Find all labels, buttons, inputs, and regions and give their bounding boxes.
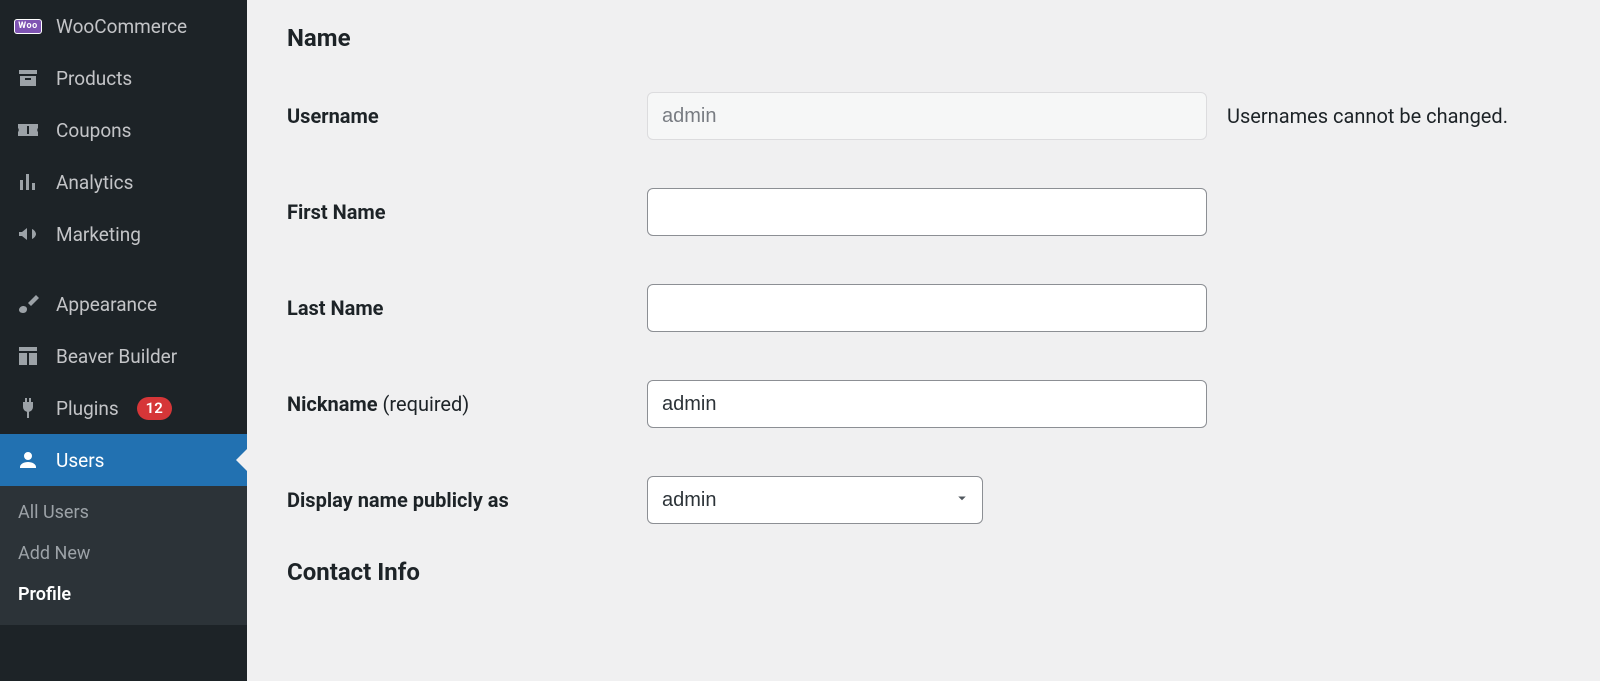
username-label: Username	[287, 104, 627, 128]
sidebar-item-analytics[interactable]: Analytics	[0, 156, 247, 208]
submenu-profile[interactable]: Profile	[0, 574, 247, 615]
nickname-label: Nickname (required)	[287, 392, 627, 416]
ticket-icon	[14, 116, 42, 144]
archive-icon	[14, 64, 42, 92]
sidebar-item-label: Analytics	[56, 171, 133, 194]
nickname-input[interactable]	[647, 380, 1207, 428]
menu-separator	[0, 260, 247, 278]
submenu-all-users[interactable]: All Users	[0, 492, 247, 533]
sidebar-item-label: Users	[56, 449, 104, 472]
submenu-add-new[interactable]: Add New	[0, 533, 247, 574]
profile-form: Name Username Usernames cannot be change…	[247, 0, 1600, 681]
sidebar-item-appearance[interactable]: Appearance	[0, 278, 247, 330]
sidebar-item-beaver-builder[interactable]: Beaver Builder	[0, 330, 247, 382]
first-name-label: First Name	[287, 200, 627, 224]
last-name-input[interactable]	[647, 284, 1207, 332]
update-count-badge: 12	[137, 397, 172, 420]
megaphone-icon	[14, 220, 42, 248]
display-name-select[interactable]: admin	[647, 476, 983, 524]
layout-icon	[14, 342, 42, 370]
display-name-select-wrap: admin	[647, 476, 983, 524]
last-name-label: Last Name	[287, 296, 627, 320]
row-display-name: Display name publicly as admin	[287, 476, 1560, 524]
sidebar-item-label: WooCommerce	[56, 15, 187, 38]
row-username: Username Usernames cannot be changed.	[287, 92, 1560, 140]
row-last-name: Last Name	[287, 284, 1560, 332]
admin-sidebar: Woo WooCommerce Products Coupons Analyti…	[0, 0, 247, 681]
users-submenu: All Users Add New Profile	[0, 486, 247, 625]
woocommerce-icon: Woo	[14, 12, 42, 40]
chart-icon	[14, 168, 42, 196]
sidebar-item-label: Coupons	[56, 119, 131, 142]
sidebar-item-marketing[interactable]: Marketing	[0, 208, 247, 260]
sidebar-item-label: Beaver Builder	[56, 345, 177, 368]
sidebar-item-label: Marketing	[56, 223, 141, 246]
section-heading-contact: Contact Info	[287, 558, 1560, 586]
username-hint: Usernames cannot be changed.	[1227, 104, 1508, 128]
first-name-input[interactable]	[647, 188, 1207, 236]
row-first-name: First Name	[287, 188, 1560, 236]
display-name-label: Display name publicly as	[287, 488, 627, 512]
user-icon	[14, 446, 42, 474]
sidebar-item-woocommerce[interactable]: Woo WooCommerce	[0, 0, 247, 52]
row-nickname: Nickname (required)	[287, 380, 1560, 428]
plug-icon	[14, 394, 42, 422]
brush-icon	[14, 290, 42, 318]
sidebar-item-users[interactable]: Users	[0, 434, 247, 486]
sidebar-item-label: Plugins	[56, 397, 119, 420]
username-input	[647, 92, 1207, 140]
sidebar-item-label: Appearance	[56, 293, 157, 316]
sidebar-item-plugins[interactable]: Plugins 12	[0, 382, 247, 434]
sidebar-item-coupons[interactable]: Coupons	[0, 104, 247, 156]
section-heading-name: Name	[287, 24, 1560, 52]
sidebar-item-products[interactable]: Products	[0, 52, 247, 104]
sidebar-item-label: Products	[56, 67, 132, 90]
